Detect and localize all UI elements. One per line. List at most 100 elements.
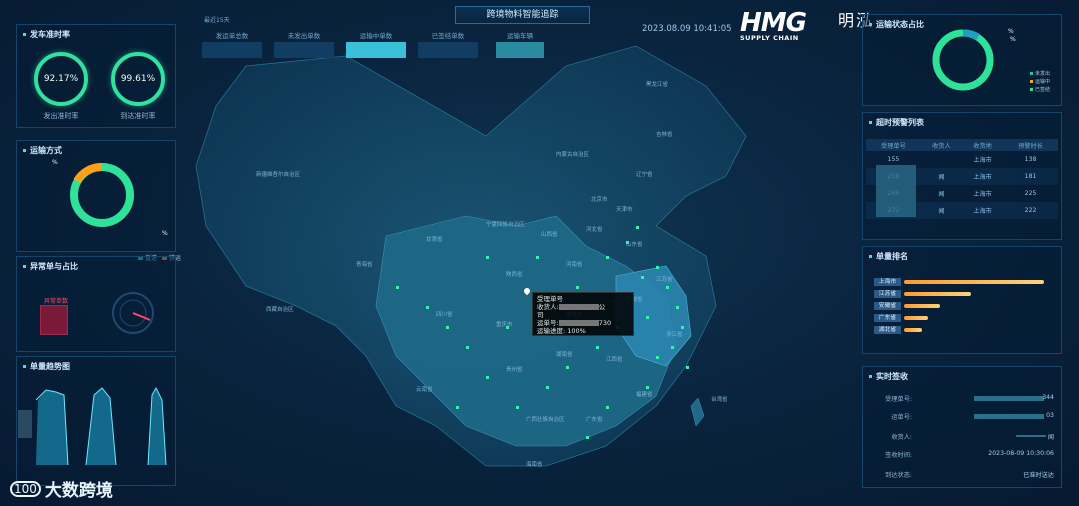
- tab-label: 运输车辆: [507, 32, 533, 40]
- panel-title: 运输状态占比: [869, 19, 924, 30]
- gauge-value: 99.61%: [120, 74, 156, 84]
- province-label: 黑龙江省: [646, 80, 669, 88]
- delivery-point[interactable]: [676, 306, 679, 309]
- trend-chart[interactable]: [16, 380, 176, 470]
- rank-item[interactable]: 江苏省: [874, 290, 971, 298]
- legend-swatch: [1030, 80, 1033, 83]
- legend-item: 未发出: [1030, 70, 1050, 78]
- rank-item[interactable]: 上海市: [874, 278, 1044, 286]
- delivery-point[interactable]: [681, 326, 684, 329]
- column-header[interactable]: 预警时长: [1003, 139, 1058, 151]
- delivery-point[interactable]: [466, 346, 469, 349]
- rank-bar: [904, 292, 971, 296]
- legend-label: 运输中: [1035, 79, 1051, 85]
- delivery-point[interactable]: [566, 366, 569, 369]
- date-range-label[interactable]: 最近15天: [204, 15, 230, 24]
- delivery-point[interactable]: [656, 266, 659, 269]
- tooltip-line: 受理单号: [537, 295, 563, 303]
- table-cell: 上海市: [973, 157, 992, 164]
- abnormal-bar[interactable]: [40, 305, 68, 335]
- delivery-point[interactable]: [686, 366, 689, 369]
- transport-donut[interactable]: [58, 160, 148, 230]
- warning-title: 超时预警列表: [876, 118, 924, 127]
- abnormal-ratio-dial[interactable]: [110, 290, 156, 336]
- table-cell: 闻: [920, 168, 962, 185]
- tab-total-orders[interactable]: 发运单总数: [200, 30, 264, 62]
- rank-bar: [904, 316, 928, 320]
- delivery-point[interactable]: [646, 316, 649, 319]
- delivery-point[interactable]: [586, 436, 589, 439]
- realtime-row: 到达状态: 已准时送达: [866, 470, 1058, 484]
- order-tooltip: 受理单号 收货人: 公 司 运单号: 730 运输进度: 100%: [532, 292, 634, 336]
- delivery-point[interactable]: [396, 286, 399, 289]
- delivery-point[interactable]: [636, 226, 639, 229]
- delivery-point[interactable]: [486, 256, 489, 259]
- page-title: 跨境物料智能追踪: [455, 6, 590, 24]
- rank-bar: [904, 328, 922, 332]
- delivery-point[interactable]: [546, 386, 549, 389]
- tab-signed[interactable]: 已签结单数: [416, 30, 480, 62]
- rank-item[interactable]: 湖北省: [874, 326, 922, 334]
- tab-label: 未发出单数: [287, 32, 321, 40]
- delivery-point[interactable]: [596, 346, 599, 349]
- current-datetime: 2023.08.09 10:41:05: [642, 24, 732, 34]
- row-key: 收货人:: [891, 434, 912, 441]
- province-label: 湖南省: [556, 350, 573, 358]
- delivery-point[interactable]: [666, 286, 669, 289]
- panel-title: 实时签收: [869, 371, 908, 382]
- column-header[interactable]: 受理单号: [866, 139, 921, 151]
- redacted-mask: [974, 396, 1044, 401]
- table-cell: 上海市: [973, 191, 992, 198]
- abnormal-title: 异常单与占比: [30, 262, 78, 271]
- delivery-point[interactable]: [446, 326, 449, 329]
- province-label: 陕西省: [506, 270, 523, 278]
- delivery-point[interactable]: [606, 256, 609, 259]
- delivery-point[interactable]: [516, 406, 519, 409]
- rank-item[interactable]: 广东省: [874, 314, 928, 322]
- tab-value-mask: [346, 42, 406, 58]
- province-label: 广东省: [586, 415, 603, 423]
- delivery-point[interactable]: [656, 356, 659, 359]
- province-label: 四川省: [436, 310, 453, 318]
- realtime-row: 签收时间: 2023-08-09 10:30:06: [866, 450, 1058, 464]
- tooltip-key: 运单号:: [537, 319, 559, 327]
- province-label: 山西省: [541, 230, 558, 238]
- china-map[interactable]: 黑龙江省吉林省辽宁省 内蒙古自治区北京市天津市河北省山西省山东省 宁夏回族自治区甘肃…: [186, 26, 854, 496]
- panel-title: 发车准时率: [23, 29, 70, 40]
- province-label: 吉林省: [656, 130, 673, 138]
- gauge-label: 到达准时率: [120, 112, 156, 120]
- delivery-point[interactable]: [606, 406, 609, 409]
- delivery-point[interactable]: [536, 256, 539, 259]
- delivery-point[interactable]: [646, 386, 649, 389]
- column-header[interactable]: 收货人: [920, 139, 962, 151]
- gauge-label: 发出准时率: [43, 112, 79, 120]
- dashboard-frame: 黑龙江省 吉林省 辽宁省 内蒙古自治区 北京市 天津市 河北省 山西省 山东省 宁夏回族自治区 甘肃…: [0, 0, 1079, 506]
- tab-vehicles[interactable]: 运输车辆: [488, 30, 552, 62]
- delivery-point[interactable]: [671, 346, 674, 349]
- column-header[interactable]: 收货地: [961, 139, 1004, 151]
- ontime-title: 发车准时率: [30, 30, 70, 39]
- legend-swatch: [1030, 88, 1033, 91]
- departure-ontime-gauge: 92.17%: [34, 52, 88, 106]
- trend-title: 单量趋势图: [30, 362, 70, 371]
- delivery-point[interactable]: [641, 276, 644, 279]
- tooltip-line: 收货人: 公: [537, 303, 629, 311]
- tab-in-transit[interactable]: 运输中单数: [344, 30, 408, 62]
- row-key: 受理单号:: [885, 396, 912, 403]
- watermark-icon: 100: [10, 480, 41, 497]
- panel-title: 超时预警列表: [869, 117, 924, 128]
- status-donut[interactable]: [926, 28, 1000, 92]
- province-label: 海南省: [526, 460, 543, 468]
- province-label: 江苏省: [656, 275, 673, 283]
- transport-pct-top: %: [52, 159, 58, 166]
- rank-item[interactable]: 安徽省: [874, 302, 940, 310]
- delivery-point[interactable]: [576, 286, 579, 289]
- tooltip-value: 730: [598, 319, 612, 327]
- delivery-point[interactable]: [486, 376, 489, 379]
- tab-not-shipped[interactable]: 未发出单数: [272, 30, 336, 62]
- delivery-point[interactable]: [426, 306, 429, 309]
- delivery-point[interactable]: [456, 406, 459, 409]
- province-label: 青海省: [356, 260, 373, 268]
- tooltip-value: 公: [598, 303, 606, 311]
- province-label: 福建省: [636, 390, 653, 398]
